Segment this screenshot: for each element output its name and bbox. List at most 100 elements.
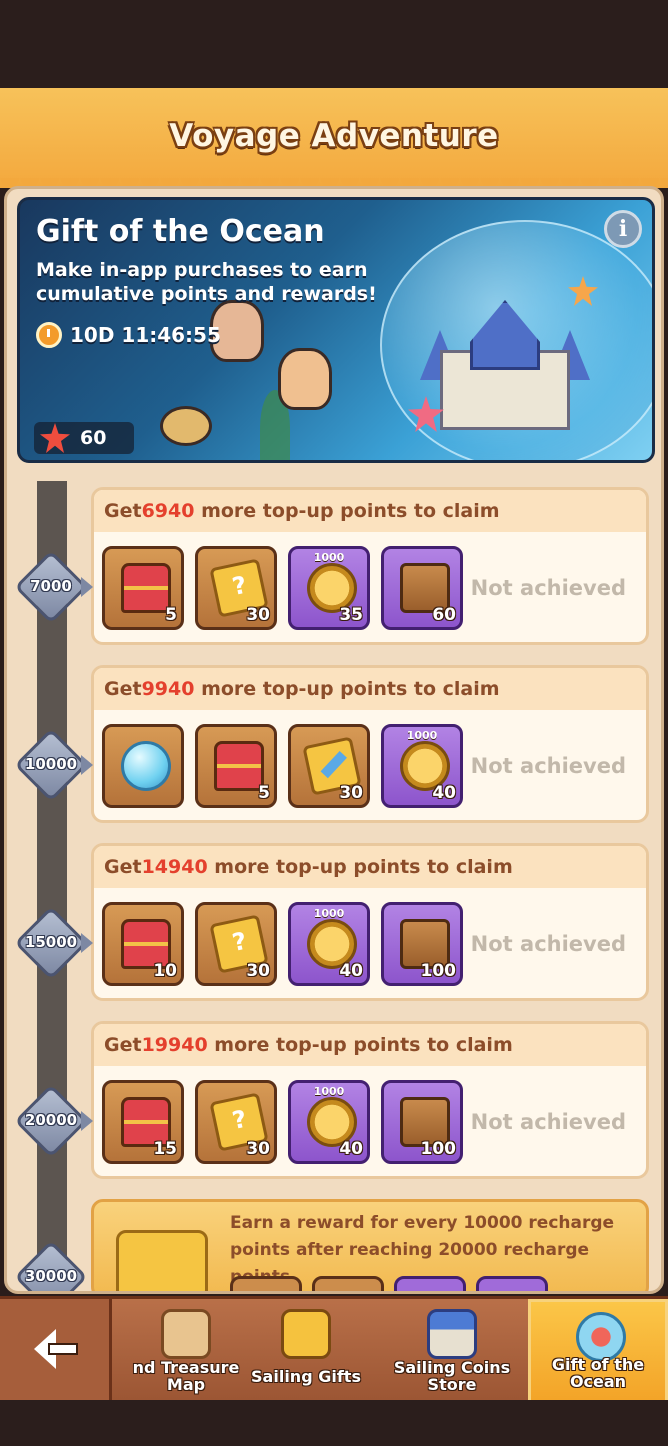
tab-sailing-gifts[interactable]: Sailing Gifts [236, 1299, 376, 1403]
threshold-value: 7000 [30, 577, 72, 595]
tier-header: Get 9940 more top-up points to claim [94, 668, 646, 710]
page-title: Voyage Adventure [169, 118, 499, 154]
reward-qty: 10 [153, 961, 177, 981]
reward-top-value: 1000 [406, 729, 438, 742]
reward-item[interactable]: 100 [381, 1080, 463, 1164]
gift-box-icon [116, 1230, 208, 1291]
reward-item[interactable]: 5 [102, 546, 184, 630]
reward-item[interactable]: 5 [195, 724, 277, 808]
points-badge: 60 [34, 422, 134, 454]
reward-qty: 100 [420, 961, 457, 981]
tier-card: Get6940 more top-up points to claim 5 30… [91, 487, 649, 645]
tier-remaining-points: 9940 [141, 678, 195, 700]
treasure-map-icon [161, 1309, 211, 1359]
reward-item[interactable]: 30 [195, 546, 277, 630]
reward-qty: 30 [246, 1139, 270, 1159]
crystal-bubble-icon [121, 741, 171, 791]
main-panel: Gift of the Ocean Make in-app purchases … [4, 186, 664, 1294]
recurring-bonus-card: Earn a reward for every 10000 recharge p… [91, 1199, 649, 1291]
tier-prefix: Get [104, 1034, 142, 1056]
store-icon [427, 1309, 477, 1359]
tier-prefix: Get [104, 500, 142, 522]
threshold-marker: 20000 [14, 1084, 93, 1158]
reward-item[interactable]: 1000 35 [288, 546, 370, 630]
castle-illustration [420, 290, 590, 440]
tier-prefix: Get [104, 678, 142, 700]
tab-gift-of-the-ocean[interactable]: Gift of the Ocean [528, 1299, 668, 1403]
reward-top-value: 1000 [313, 907, 345, 920]
reward-qty: 40 [339, 961, 363, 981]
back-button[interactable] [0, 1299, 112, 1403]
tier-suffix: more top-up points to claim [207, 856, 513, 878]
tier-card: Get 9940 more top-up points to claim 5 30… [91, 665, 649, 823]
reward-item[interactable] [102, 724, 184, 808]
starfish-points-icon [40, 423, 70, 453]
reward-item[interactable]: 30 [195, 902, 277, 986]
reward-item[interactable]: 1000 40 [288, 1080, 370, 1164]
treasure-chest-icon [121, 563, 171, 613]
lucky-seven-icon [281, 1309, 331, 1359]
back-arrow-icon [34, 1329, 80, 1369]
tier-header: Get 19940 more top-up points to claim [94, 1024, 646, 1066]
tab-label: Sailing Gifts [251, 1367, 361, 1386]
reward-item[interactable]: 1000 40 [288, 902, 370, 986]
timer-text: 10D 11:46:55 [70, 323, 221, 347]
reward-qty: 5 [165, 605, 177, 625]
tab-label: Sailing Coins Store [393, 1358, 511, 1394]
clock-icon [36, 322, 62, 348]
treasure-chest-icon [214, 741, 264, 791]
reward-item[interactable]: 10 [102, 902, 184, 986]
reward-item[interactable]: 100 [381, 902, 463, 986]
threshold-marker: 10000 [14, 728, 93, 802]
status-label: Not achieved [470, 932, 626, 956]
tier-remaining-points: 19940 [141, 1034, 208, 1056]
reward-item[interactable] [394, 1276, 466, 1291]
reward-qty: 5 [258, 783, 270, 803]
reward-qty: 100 [420, 1139, 457, 1159]
tier-card: Get 19940 more top-up points to claim 15 … [91, 1021, 649, 1179]
threshold-value: 20000 [24, 1111, 78, 1129]
tier-remaining-points: 14940 [141, 856, 208, 878]
reward-top-value: 1000 [313, 551, 345, 564]
tab-treasure-map[interactable]: nd Treasure Map [116, 1299, 256, 1403]
tier-suffix: more top-up points to claim [207, 1034, 513, 1056]
reward-qty: 40 [339, 1139, 363, 1159]
reward-item[interactable] [230, 1276, 302, 1291]
threshold-marker: 15000 [14, 906, 93, 980]
reward-qty: 40 [432, 783, 456, 803]
threshold-marker: 30000 [14, 1240, 88, 1291]
reward-top-value: 1000 [313, 1085, 345, 1098]
reward-item[interactable]: 30 [288, 724, 370, 808]
tier-card: Get 14940 more top-up points to claim 10 … [91, 843, 649, 1001]
reward-item[interactable]: 60 [381, 546, 463, 630]
tier-header: Get 14940 more top-up points to claim [94, 846, 646, 888]
event-description: Make in-app purchases to earn cumulative… [36, 259, 377, 305]
info-button[interactable]: i [604, 210, 642, 248]
status-label: Not achieved [470, 754, 626, 778]
reward-item[interactable]: 15 [102, 1080, 184, 1164]
event-title: Gift of the Ocean [36, 214, 325, 249]
header: Voyage Adventure [0, 88, 668, 188]
tier-suffix: more top-up points to claim [194, 678, 500, 700]
reward-qty: 15 [153, 1139, 177, 1159]
reward-item[interactable] [312, 1276, 384, 1291]
tier-suffix: more top-up points to claim [194, 500, 500, 522]
threshold-value: 10000 [24, 755, 78, 773]
reward-item[interactable] [476, 1276, 548, 1291]
reward-item[interactable]: 30 [195, 1080, 277, 1164]
status-label: Not achieved [470, 576, 626, 600]
tier-prefix: Get [104, 856, 142, 878]
bottom-system-area [0, 1400, 668, 1446]
threshold-marker: 7000 [14, 550, 93, 624]
top-status-area [0, 0, 668, 92]
reward-qty: 60 [432, 605, 456, 625]
threshold-value: 15000 [24, 933, 78, 951]
reward-qty: 30 [246, 605, 270, 625]
tier-remaining-points: 6940 [141, 500, 195, 522]
reward-qty: 30 [339, 783, 363, 803]
event-banner: Gift of the Ocean Make in-app purchases … [17, 197, 655, 463]
bottom-navigation: nd Treasure Map Sailing Gifts Sailing Co… [0, 1296, 668, 1403]
tab-sailing-coins-store[interactable]: Sailing Coins Store [382, 1299, 522, 1403]
reward-item[interactable]: 1000 40 [381, 724, 463, 808]
diver-illustration [278, 348, 332, 410]
